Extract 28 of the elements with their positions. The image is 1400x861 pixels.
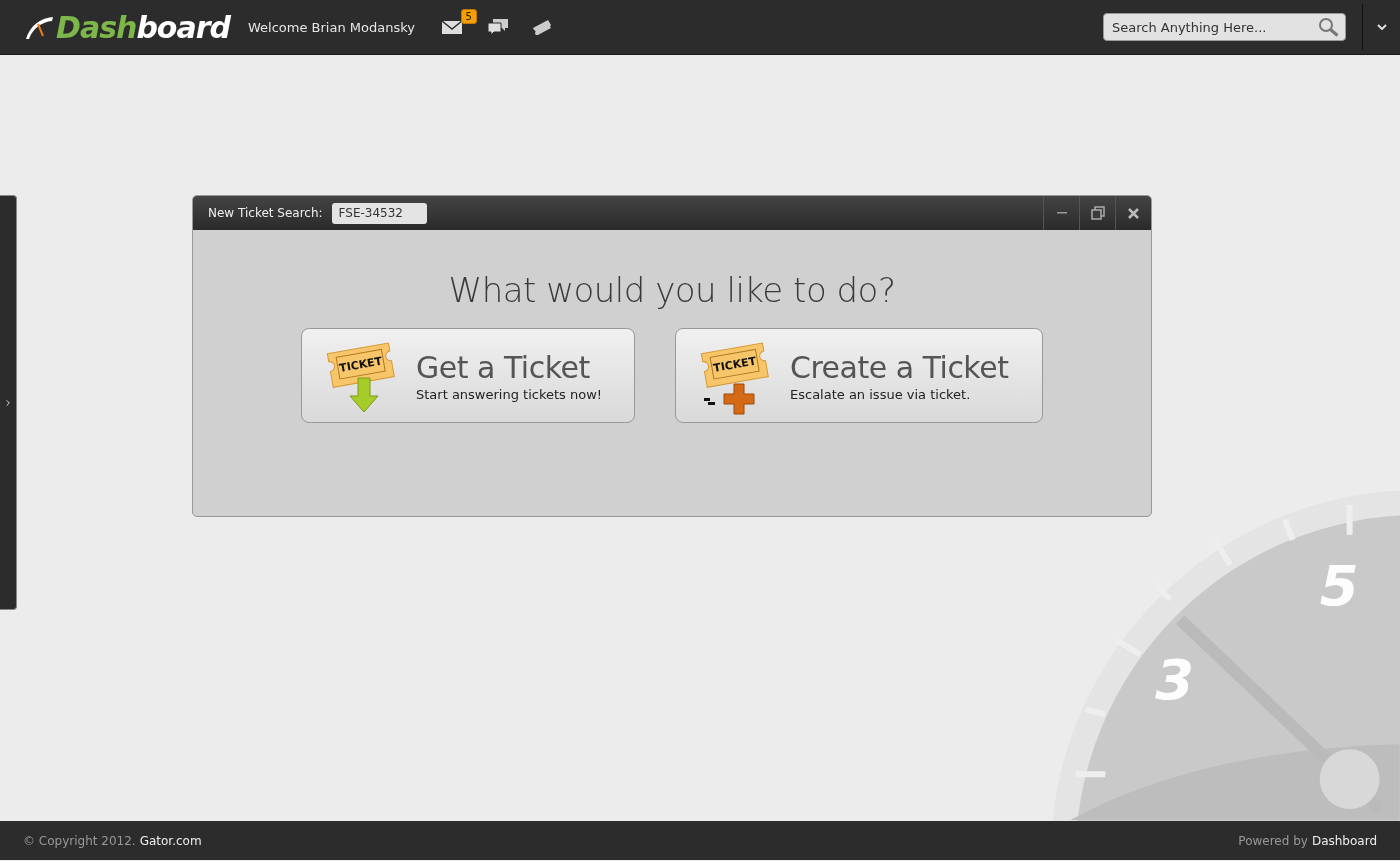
ticket-icon[interactable] — [530, 19, 553, 35]
ticket-search-field[interactable]: FSE-34532 — [331, 202, 427, 224]
notification-badge: 5 — [460, 9, 477, 24]
ticket-search-label: New Ticket Search: — [208, 206, 323, 220]
action-title: Create a Ticket — [790, 349, 1009, 385]
action-subtitle: Escalate an issue via ticket. — [790, 386, 972, 402]
side-panel-tab[interactable] — [0, 195, 17, 610]
mail-icon[interactable] — [440, 19, 463, 35]
site-link[interactable]: Gator.com — [139, 833, 202, 848]
minimize-icon[interactable] — [1056, 212, 1067, 214]
action-title: Get a Ticket — [416, 349, 591, 385]
chevron-right-icon[interactable] — [6, 397, 10, 408]
close-icon[interactable] — [1128, 207, 1139, 219]
create-ticket-button[interactable]: TICKET Create a Ticket Escalate an issue via ticket. — [675, 328, 1043, 423]
powered-by-text: Powered by — [1238, 833, 1308, 848]
logo[interactable]: Dashboard — [56, 9, 230, 45]
copyright-text: © Copyright 2012. — [23, 833, 136, 848]
chat-icon[interactable] — [486, 18, 509, 36]
search-field[interactable]: Search Anything Here... — [1103, 13, 1346, 41]
dialog-heading: What would you like to do? — [447, 270, 897, 310]
chevron-down-icon[interactable] — [1376, 24, 1387, 30]
get-ticket-button[interactable]: TICKET Get a Ticket Start answering tickets now! — [301, 328, 635, 423]
search-icon[interactable] — [1318, 17, 1340, 37]
action-subtitle: Start answering tickets now! — [416, 386, 603, 402]
restore-icon[interactable] — [1090, 206, 1105, 220]
speedometer-icon — [24, 14, 54, 40]
brand-link[interactable]: Dashboard — [1311, 833, 1377, 848]
welcome-text: Welcome Brian Modansky — [248, 19, 415, 35]
